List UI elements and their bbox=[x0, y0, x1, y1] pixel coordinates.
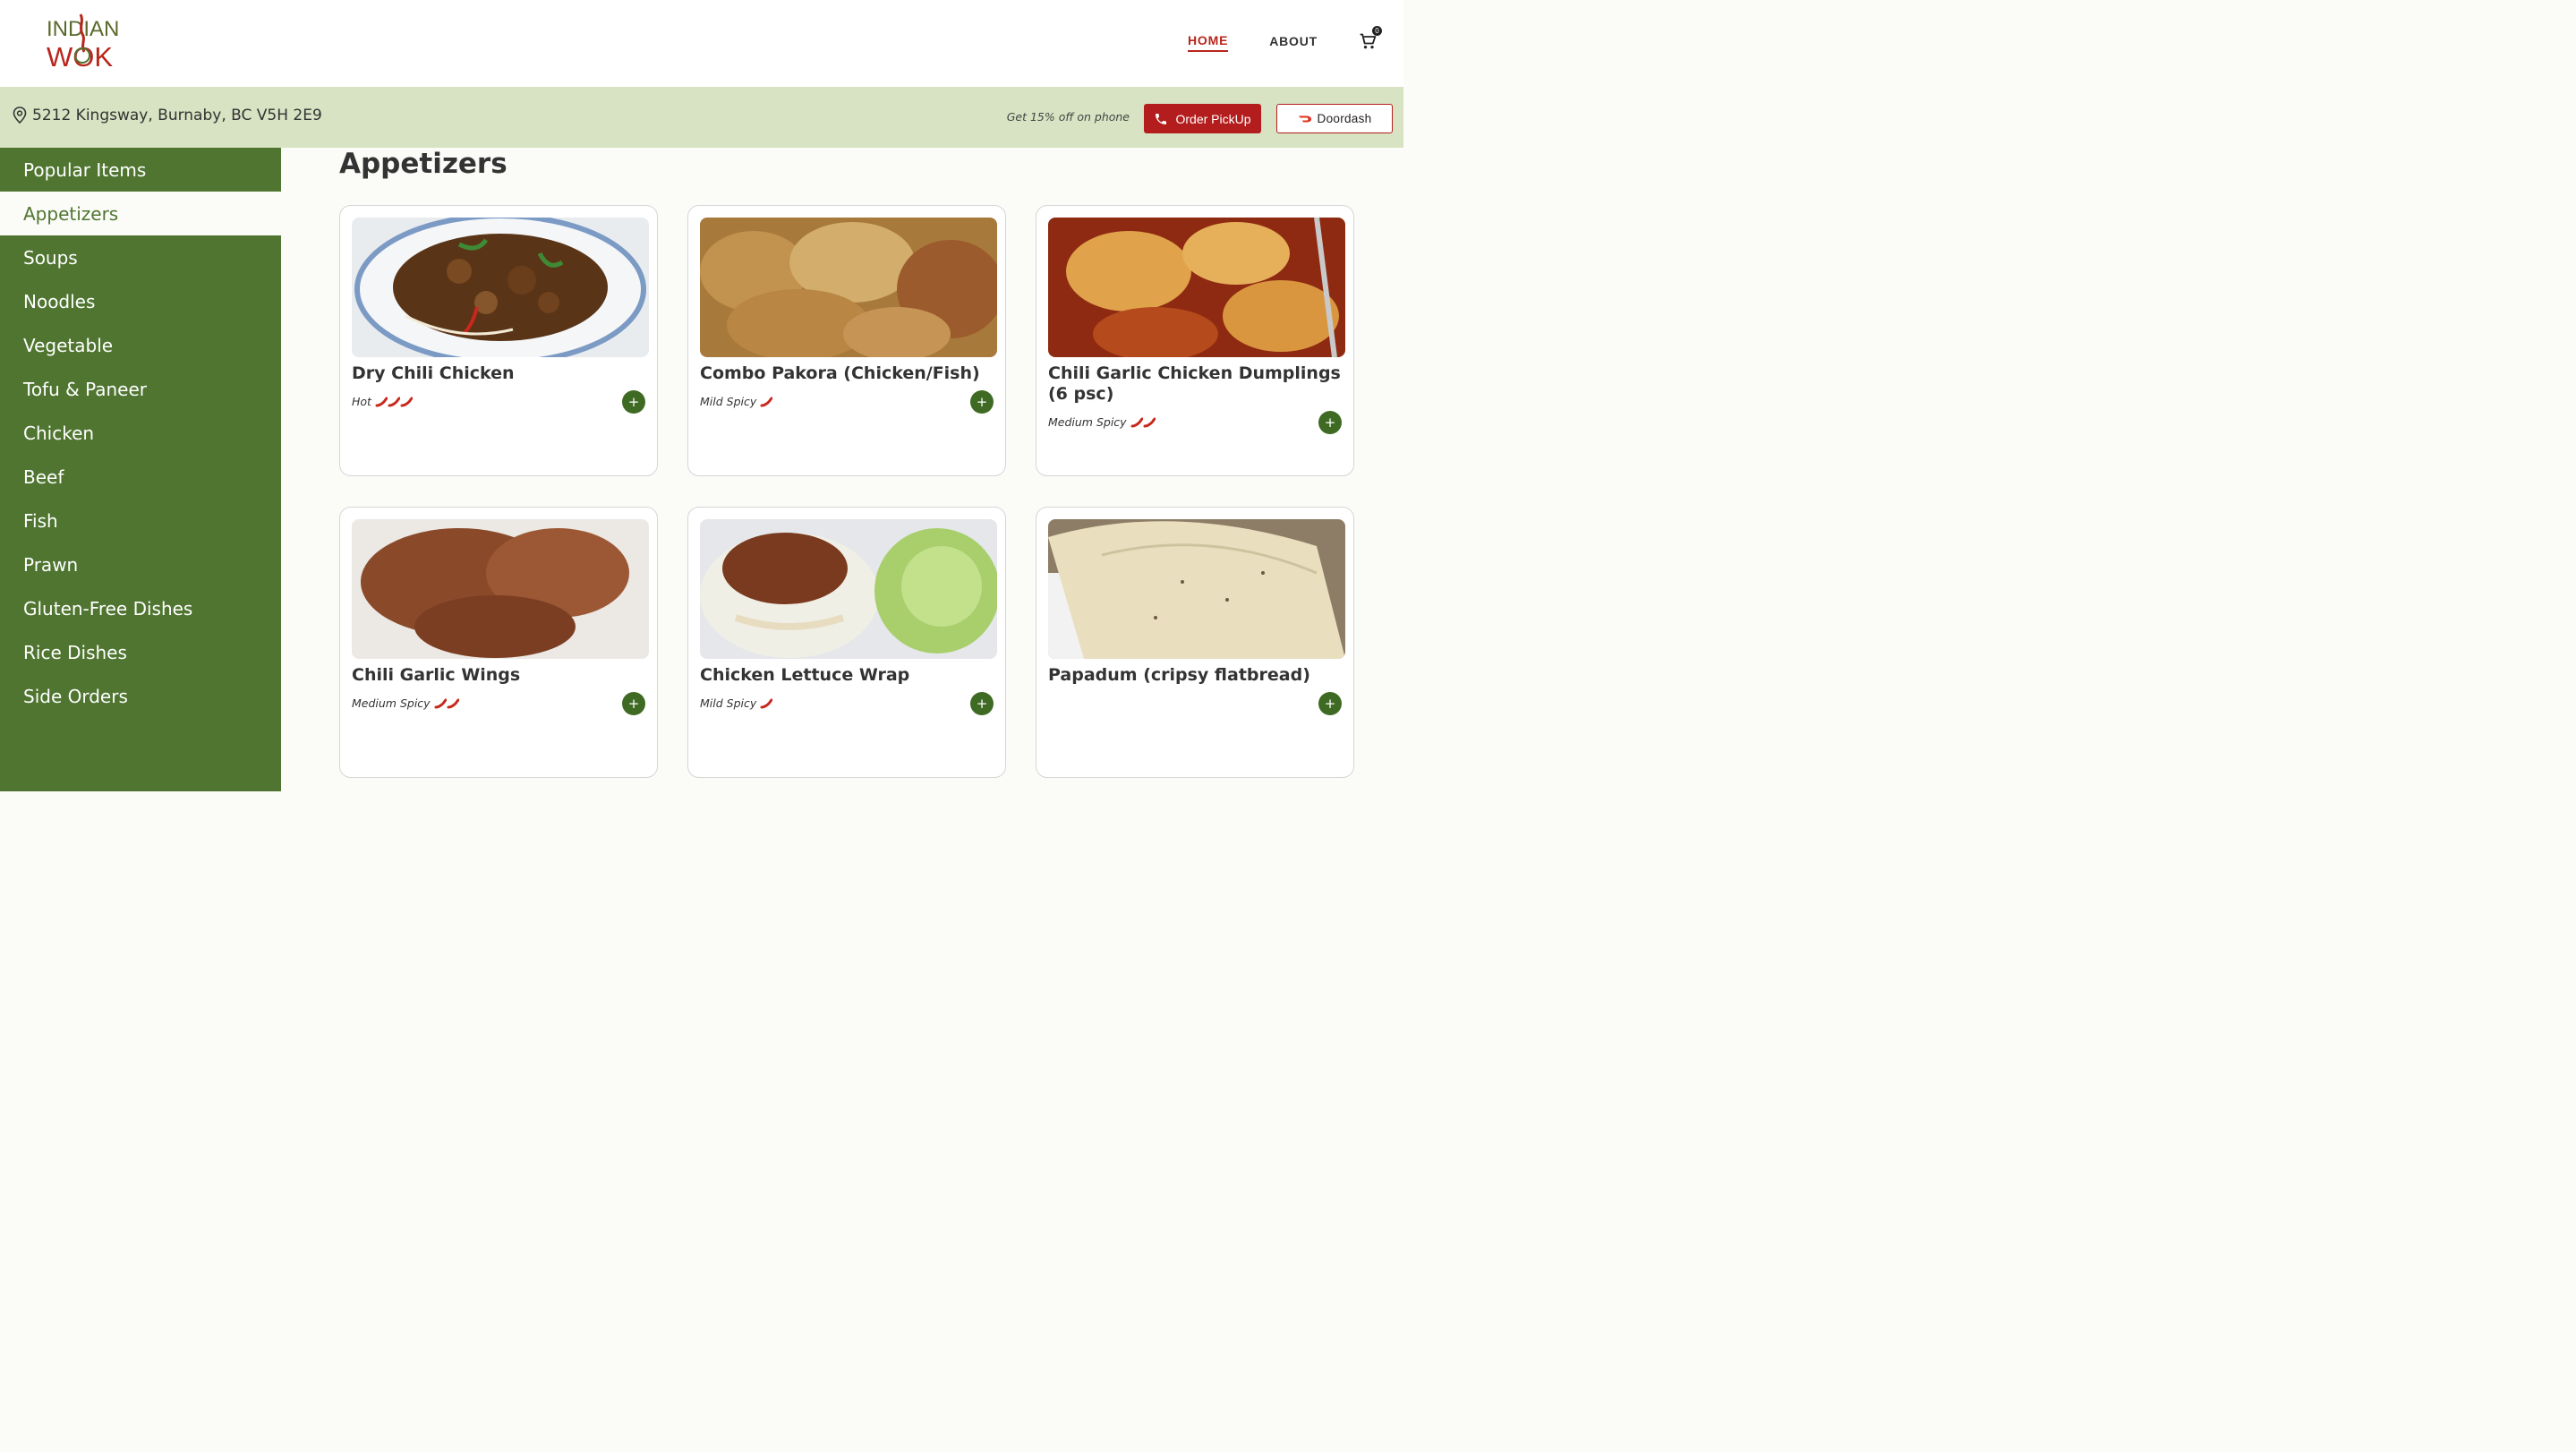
dish-photo bbox=[700, 218, 997, 357]
dish-name: Combo Pakora (Chicken/Fish) bbox=[700, 363, 980, 383]
add-to-cart-button[interactable]: + bbox=[622, 692, 645, 715]
sidebar-item-label: Noodles bbox=[23, 290, 96, 312]
dish-name: Chili Garlic Wings bbox=[352, 665, 521, 685]
doordash-label: Doordash bbox=[1317, 112, 1372, 125]
add-to-cart-button[interactable]: + bbox=[970, 390, 994, 414]
order-pickup-label: Order PickUp bbox=[1175, 111, 1251, 126]
sidebar-item-label: Soups bbox=[23, 246, 78, 269]
chili-rating bbox=[375, 397, 413, 407]
sidebar-item-rice-dishes[interactable]: Rice Dishes bbox=[0, 630, 281, 674]
doordash-button[interactable]: Doordash bbox=[1276, 104, 1393, 133]
sidebar-item-label: Fish bbox=[23, 509, 58, 532]
dish-photo bbox=[1048, 519, 1345, 659]
add-to-cart-button[interactable]: + bbox=[970, 692, 994, 715]
chili-pepper-icon bbox=[447, 698, 459, 708]
menu-item-card[interactable]: Chicken Lettuce Wrap Mild Spicy + bbox=[687, 507, 1006, 778]
spice-label: Medium Spicy bbox=[352, 696, 431, 710]
store-address: 5212 Kingsway, Burnaby, BC V5H 2E9 bbox=[13, 107, 322, 124]
main-nav: HOME ABOUT 0 bbox=[1188, 26, 1382, 52]
chili-pepper-icon bbox=[375, 397, 388, 406]
dish-name: Chicken Lettuce Wrap bbox=[700, 665, 910, 685]
chili-rating bbox=[434, 698, 459, 709]
section-title: Appetizers bbox=[339, 148, 508, 180]
logo-graphic: INDIAN WOK bbox=[47, 13, 119, 73]
dish-name: Papadum (cripsy flatbread) bbox=[1048, 665, 1310, 685]
sidebar-item-soups[interactable]: Soups bbox=[0, 235, 281, 279]
menu-item-card[interactable]: Papadum (cripsy flatbread) + bbox=[1036, 507, 1354, 778]
order-pickup-button[interactable]: Order PickUp bbox=[1144, 104, 1261, 133]
phone-icon bbox=[1156, 113, 1167, 124]
sidebar-item-label: Popular Items bbox=[23, 158, 147, 181]
sidebar-item-beef[interactable]: Beef bbox=[0, 455, 281, 499]
sidebar-item-label: Chicken bbox=[23, 422, 95, 444]
sidebar-item-popular-items[interactable]: Popular Items bbox=[0, 148, 281, 192]
dish-photo bbox=[1048, 218, 1345, 357]
logo-bottom-text: WOK bbox=[47, 41, 113, 72]
sidebar-item-gluten-free[interactable]: Gluten-Free Dishes bbox=[0, 586, 281, 630]
chili-rating bbox=[760, 698, 773, 709]
address-text: 5212 Kingsway, Burnaby, BC V5H 2E9 bbox=[32, 107, 322, 124]
sidebar-item-chicken[interactable]: Chicken bbox=[0, 411, 281, 455]
chili-pepper-icon bbox=[434, 698, 447, 708]
dish-name: Dry Chili Chicken bbox=[352, 363, 515, 383]
sidebar-item-fish[interactable]: Fish bbox=[0, 499, 281, 542]
doordash-logo-icon bbox=[1298, 115, 1311, 122]
menu-item-card[interactable]: Chili Garlic Wings Medium Spicy + bbox=[339, 507, 658, 778]
add-to-cart-button[interactable]: + bbox=[1318, 692, 1342, 715]
sidebar-item-label: Prawn bbox=[23, 553, 79, 576]
sidebar-item-label: Beef bbox=[23, 465, 64, 488]
sidebar-item-vegetable[interactable]: Vegetable bbox=[0, 323, 281, 367]
dish-photo bbox=[352, 218, 649, 357]
sidebar-item-tofu-paneer[interactable]: Tofu & Paneer bbox=[0, 367, 281, 411]
sidebar-item-noodles[interactable]: Noodles bbox=[0, 279, 281, 323]
indian-wok-logo[interactable]: INDIAN WOK bbox=[45, 13, 120, 73]
spice-label: Mild Spicy bbox=[700, 696, 757, 710]
sidebar-item-appetizers[interactable]: Appetizers bbox=[0, 192, 281, 235]
spice-level: Hot bbox=[352, 395, 413, 408]
spice-level: Mild Spicy bbox=[700, 395, 773, 408]
nav-home[interactable]: HOME bbox=[1188, 33, 1229, 52]
chili-rating bbox=[1130, 417, 1156, 428]
dish-name: Chili Garlic Chicken Dumplings (6 psc) bbox=[1048, 363, 1341, 404]
menu-item-card[interactable]: Combo Pakora (Chicken/Fish) Mild Spicy + bbox=[687, 205, 1006, 476]
add-to-cart-button[interactable]: + bbox=[1318, 411, 1342, 434]
category-sidebar: Popular Items Appetizers Soups Noodles V… bbox=[0, 148, 281, 791]
phone-promo-text: Get 15% off on phone bbox=[1006, 110, 1130, 124]
site-header: INDIAN WOK HOME ABOUT 0 bbox=[0, 0, 1403, 88]
sidebar-item-prawn[interactable]: Prawn bbox=[0, 542, 281, 586]
spice-level: Medium Spicy bbox=[352, 696, 459, 710]
sidebar-item-label: Vegetable bbox=[23, 334, 114, 356]
spice-label: Hot bbox=[352, 395, 371, 408]
sidebar-item-label: Tofu & Paneer bbox=[23, 378, 148, 400]
sidebar-item-label: Gluten-Free Dishes bbox=[23, 597, 193, 619]
dish-photo bbox=[352, 519, 649, 659]
sidebar-item-label: Side Orders bbox=[23, 685, 128, 707]
sidebar-item-label: Appetizers bbox=[23, 202, 119, 225]
cart-button[interactable]: 0 bbox=[1359, 26, 1382, 52]
cart-count-badge: 0 bbox=[1372, 26, 1382, 36]
chili-rating bbox=[760, 397, 773, 407]
chili-pepper-icon bbox=[760, 698, 773, 708]
nav-about[interactable]: ABOUT bbox=[1269, 34, 1318, 51]
menu-item-card[interactable]: Chili Garlic Chicken Dumplings (6 psc) M… bbox=[1036, 205, 1354, 476]
chili-pepper-icon bbox=[760, 397, 773, 406]
dish-photo bbox=[700, 519, 997, 659]
sidebar-item-label: Rice Dishes bbox=[23, 641, 127, 663]
sidebar-item-side-orders[interactable]: Side Orders bbox=[0, 674, 281, 718]
spice-level: Mild Spicy bbox=[700, 696, 773, 710]
chili-pepper-icon bbox=[388, 397, 400, 406]
chili-pepper-icon bbox=[1130, 417, 1143, 427]
menu-item-card[interactable]: Dry Chili Chicken Hot + bbox=[339, 205, 658, 476]
spice-label: Medium Spicy bbox=[1048, 415, 1127, 429]
spice-level: Medium Spicy bbox=[1048, 415, 1156, 429]
location-pin-icon bbox=[13, 107, 27, 124]
chili-pepper-icon bbox=[1143, 417, 1156, 427]
spice-label: Mild Spicy bbox=[700, 395, 757, 408]
add-to-cart-button[interactable]: + bbox=[622, 390, 645, 414]
chili-pepper-icon bbox=[400, 397, 413, 406]
